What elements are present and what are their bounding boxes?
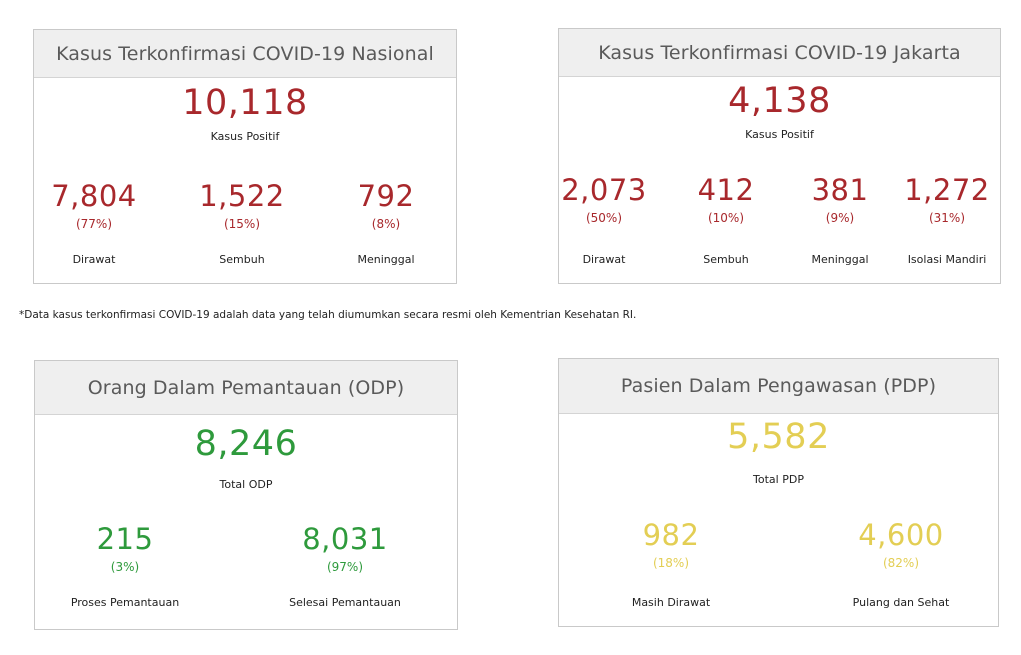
stat-value: 381 — [811, 173, 869, 207]
stat-value: 412 — [697, 173, 755, 207]
card-pdp: Pasien Dalam Pengawasan (PDP) 5,582 Tota… — [558, 358, 999, 627]
stat-value: 2,073 — [561, 173, 647, 207]
odp-total-label: Total ODP — [219, 478, 273, 491]
nasional-stat-sembuh-label: Sembuh — [219, 253, 265, 266]
jakarta-stat-meninggal: 381 (9%) — [795, 173, 885, 225]
odp-stat-selesai-label: Selesai Pemantauan — [289, 596, 401, 609]
stat-value: 215 — [96, 522, 154, 556]
card-odp-title: Orang Dalam Pemantauan (ODP) — [35, 361, 457, 415]
jakarta-stat-dirawat-label: Dirawat — [582, 253, 626, 266]
pdp-stat-pulang: 4,600 (82%) — [841, 518, 961, 570]
jakarta-stat-meninggal-label: Meninggal — [811, 253, 869, 266]
card-nasional-title: Kasus Terkonfirmasi COVID-19 Nasional — [34, 30, 456, 78]
jakarta-stat-dirawat: 2,073 (50%) — [559, 173, 649, 225]
pdp-stat-dirawat: 982 (18%) — [611, 518, 731, 570]
stat-percent: (82%) — [882, 556, 920, 570]
odp-stat-selesai: 8,031 (97%) — [285, 522, 405, 574]
jakarta-stat-isolasi: 1,272 (31%) — [897, 173, 997, 225]
stat-percent: (77%) — [75, 217, 113, 231]
stat-percent: (9%) — [825, 211, 855, 225]
card-jakarta-title: Kasus Terkonfirmasi COVID-19 Jakarta — [559, 29, 1000, 77]
stat-value: 1,272 — [904, 173, 990, 207]
nasional-stat-meninggal-label: Meninggal — [357, 253, 415, 266]
stat-percent: (97%) — [326, 560, 364, 574]
jakarta-stat-sembuh: 412 (10%) — [681, 173, 771, 225]
stat-percent: (8%) — [371, 217, 401, 231]
nasional-total-label: Kasus Positif — [210, 130, 280, 143]
card-nasional: Kasus Terkonfirmasi COVID-19 Nasional 10… — [33, 29, 457, 284]
pdp-total-value: 5,582 — [727, 417, 830, 457]
card-jakarta: Kasus Terkonfirmasi COVID-19 Jakarta 4,1… — [558, 28, 1001, 284]
data-source-note: *Data kasus terkonfirmasi COVID-19 adala… — [19, 309, 637, 321]
jakarta-total-label: Kasus Positif — [745, 128, 814, 141]
stat-percent: (15%) — [223, 217, 261, 231]
jakarta-stat-sembuh-label: Sembuh — [703, 253, 749, 266]
card-odp: Orang Dalam Pemantauan (ODP) 8,246 Total… — [34, 360, 458, 630]
pdp-stat-pulang-label: Pulang dan Sehat — [852, 596, 950, 609]
nasional-stat-sembuh: 1,522 (15%) — [192, 179, 292, 231]
stat-value: 1,522 — [199, 179, 285, 213]
card-pdp-title: Pasien Dalam Pengawasan (PDP) — [559, 359, 998, 414]
jakarta-total-value: 4,138 — [728, 81, 831, 121]
stat-percent: (18%) — [652, 556, 690, 570]
jakarta-stat-isolasi-label: Isolasi Mandiri — [907, 253, 987, 266]
stat-value: 792 — [357, 179, 415, 213]
nasional-stat-dirawat: 7,804 (77%) — [44, 179, 144, 231]
stat-value: 4,600 — [858, 518, 944, 552]
nasional-total-value: 10,118 — [182, 83, 308, 123]
pdp-stat-dirawat-label: Masih Dirawat — [631, 596, 711, 609]
nasional-stat-meninggal: 792 (8%) — [336, 179, 436, 231]
odp-total-value: 8,246 — [194, 424, 298, 464]
stat-value: 8,031 — [302, 522, 388, 556]
stat-percent: (50%) — [585, 211, 623, 225]
stat-percent: (3%) — [110, 560, 140, 574]
stat-value: 982 — [642, 518, 700, 552]
nasional-stat-dirawat-label: Dirawat — [72, 253, 116, 266]
odp-stat-proses: 215 (3%) — [65, 522, 185, 574]
stat-percent: (31%) — [928, 211, 966, 225]
pdp-total-label: Total PDP — [753, 473, 804, 486]
stat-value: 7,804 — [51, 179, 137, 213]
odp-stat-proses-label: Proses Pemantauan — [70, 596, 180, 609]
stat-percent: (10%) — [707, 211, 745, 225]
